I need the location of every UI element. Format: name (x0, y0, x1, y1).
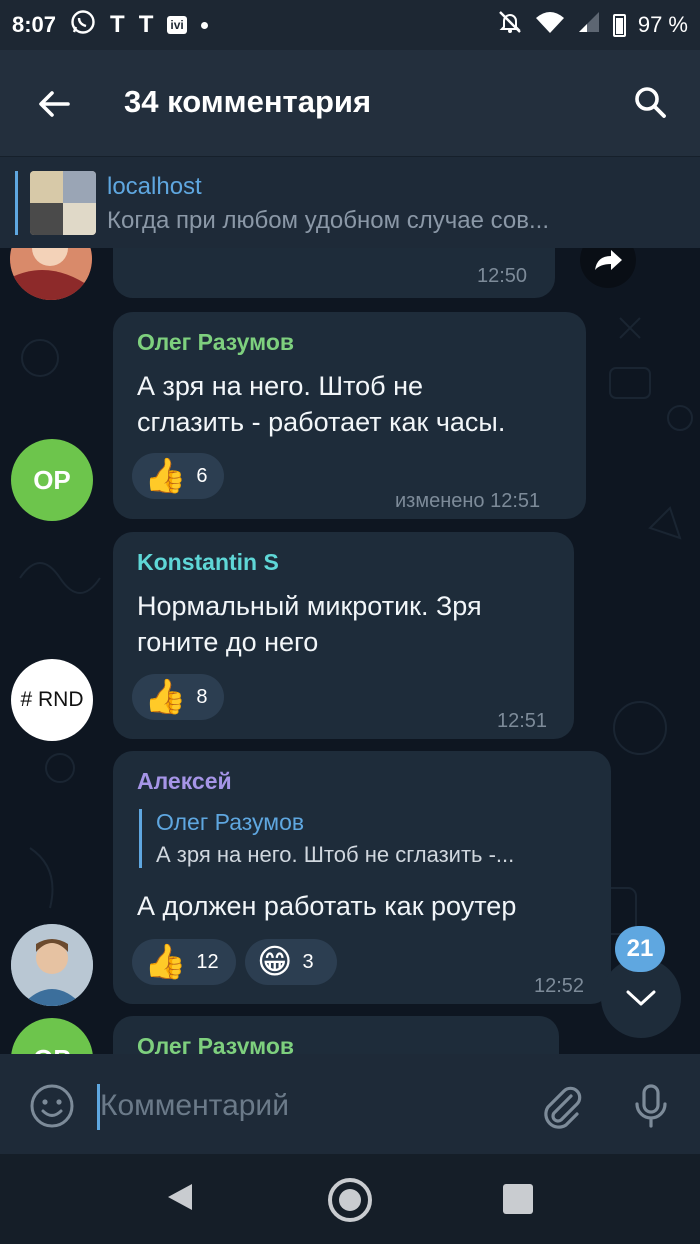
ivi-icon: ivi (167, 16, 187, 34)
message-bubble[interactable]: Konstantin S Нормальный микротик. Зря го… (113, 532, 574, 739)
pinned-preview-text: Когда при любом удобном случае сов... (107, 207, 550, 234)
reaction-chip[interactable]: 👍 12 (132, 939, 236, 985)
reaction-count: 6 (196, 464, 208, 487)
avatar[interactable]: # RND (11, 659, 93, 741)
pinned-channel-name: localhost (107, 173, 202, 200)
message-time: 12:52 (534, 975, 585, 997)
pinned-indicator (15, 171, 18, 235)
signal-icon (577, 10, 601, 40)
reaction-count: 12 (196, 950, 219, 973)
message-time: изменено 12:51 (395, 490, 541, 512)
reply-sender-name: Олег Разумов (156, 809, 305, 835)
reaction-chip[interactable]: 👍 6 (132, 453, 224, 499)
unread-count-badge: 21 (615, 926, 665, 972)
microphone-icon (635, 1084, 667, 1128)
nav-recents-button[interactable] (503, 1184, 533, 1214)
grinning-face-icon: 😁 (257, 943, 293, 981)
thumbs-up-icon: 👍 (144, 457, 187, 495)
message-text: гоните до него (137, 627, 319, 657)
comment-input[interactable] (100, 1082, 520, 1130)
battery-percent: 97 % (637, 12, 688, 37)
reply-text: А зря на него. Штоб не сглазить -... (156, 842, 515, 867)
reaction-chip[interactable]: 😁 3 (245, 939, 337, 985)
sender-name[interactable]: Алексей (137, 768, 232, 795)
avatar[interactable]: OP (11, 439, 93, 521)
message-time: 12:50 (477, 265, 528, 287)
reaction-count: 3 (302, 950, 314, 973)
sender-name[interactable]: Konstantin S (137, 549, 279, 576)
dot-icon (200, 21, 208, 29)
nav-home-button[interactable] (328, 1178, 372, 1222)
system-nav-bar (0, 1154, 700, 1244)
emoji-button[interactable] (28, 1082, 76, 1130)
comment-composer (0, 1054, 700, 1154)
message-text: А должен работать как роутер (137, 891, 517, 921)
pinned-thumbnail (30, 171, 96, 235)
message-bubble[interactable]: Олег Разумов (113, 1016, 559, 1054)
avatar-initials: # RND (20, 688, 84, 711)
nav-back-button[interactable] (162, 1180, 196, 1219)
status-bar: 8:07 T T ivi 97 % (0, 0, 700, 50)
reply-quote[interactable]: Олег Разумов А зря на него. Штоб не сгла… (139, 809, 576, 868)
search-button[interactable] (626, 78, 674, 126)
page-title: 34 комментария (124, 84, 372, 119)
message-bubble[interactable]: Олег Разумов А зря на него. Штоб не сгла… (113, 312, 586, 519)
mute-icon (497, 9, 523, 41)
message-bubble[interactable]: 12:50 (113, 248, 555, 298)
t-icon: T (138, 11, 154, 38)
message-text: Нормальный микротик. Зря (137, 591, 482, 621)
sender-name[interactable]: Олег Разумов (137, 329, 294, 356)
thumbs-up-icon: 👍 (144, 943, 187, 981)
triangle-back-icon (168, 1184, 192, 1210)
smiley-icon (30, 1084, 74, 1128)
attach-button[interactable] (537, 1082, 585, 1130)
chevron-down-icon (626, 990, 656, 1006)
sender-name[interactable]: Олег Разумов (137, 1033, 294, 1054)
share-icon (595, 250, 622, 270)
t-icon: T (110, 11, 125, 38)
avatar[interactable] (11, 924, 93, 1006)
message-bubble[interactable]: Алексей Олег Разумов А зря на него. Штоб… (113, 751, 611, 1004)
message-text: А зря на него. Штоб не (137, 371, 424, 401)
message-time: 12:51 (497, 710, 548, 732)
reaction-chip[interactable]: 👍 8 (132, 674, 224, 720)
avatar-initials: OP (33, 464, 71, 495)
battery-icon (612, 13, 626, 37)
avatar-initials: OP (33, 1044, 71, 1055)
paperclip-icon (544, 1086, 582, 1129)
reaction-count: 8 (196, 685, 208, 708)
wifi-icon (535, 10, 565, 40)
status-time: 8:07 (12, 12, 57, 37)
chat-area[interactable]: 12:50 OP Олег Разумов А зря на него. Што… (0, 248, 700, 1054)
whatsapp-icon (70, 9, 96, 41)
app-bar: 34 комментария (0, 50, 700, 156)
search-icon (635, 87, 666, 118)
message-text: сглазить - работает как часы. (137, 407, 506, 437)
thumbs-up-icon: 👍 (144, 678, 187, 716)
back-button[interactable] (30, 80, 78, 128)
pinned-post[interactable]: localhost Когда при любом удобном случае… (0, 156, 700, 248)
microphone-button[interactable] (627, 1082, 675, 1130)
arrow-left-icon (39, 91, 70, 117)
